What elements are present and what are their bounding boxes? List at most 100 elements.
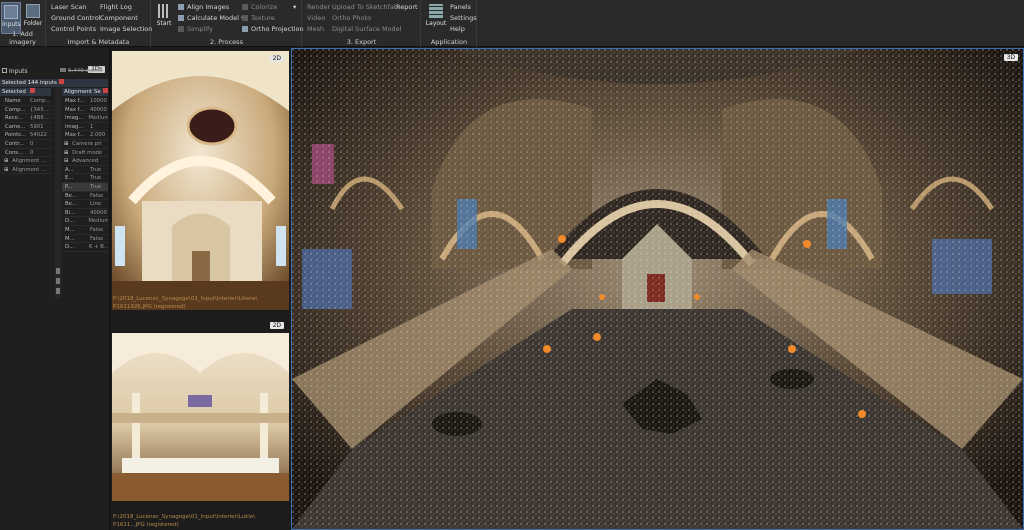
- table-row[interactable]: Comp... {3A5...: [2, 106, 53, 115]
- start-icon: [158, 4, 170, 18]
- mesh-button[interactable]: Mesh: [307, 25, 324, 34]
- table-row[interactable]: Max f... 10000: [62, 97, 108, 106]
- control-points-button[interactable]: Control Points: [51, 25, 96, 34]
- table-row[interactable]: D... Medium: [62, 217, 108, 226]
- app-window: Inputs Folder 1. Add imagery Laser Scan …: [0, 0, 1024, 530]
- image-selection-button[interactable]: Image Selection: [100, 25, 152, 34]
- table-row[interactable]: D... K + B...: [62, 243, 108, 252]
- 3d-viewport[interactable]: 3D: [291, 48, 1024, 530]
- upload-sketchfab-button[interactable]: Upload To Sketchfab: [332, 3, 398, 12]
- layout-icon: [429, 4, 443, 18]
- group-process: Start Align Images Calculate Model ▾ Sim…: [152, 0, 304, 47]
- group-title-application: Application: [430, 38, 468, 46]
- component-button[interactable]: Component: [100, 14, 138, 23]
- start-button[interactable]: Start: [155, 2, 173, 34]
- table-row[interactable]: A... True: [62, 166, 108, 175]
- image-status-caption: P1611926.JPG (registered): [113, 304, 186, 310]
- images-icon: [60, 68, 66, 72]
- table-row[interactable]: Name Comp...: [2, 97, 53, 106]
- ribbon: Inputs Folder 1. Add imagery Laser Scan …: [0, 0, 1024, 47]
- folder-icon: [26, 4, 40, 18]
- section-draft-mode[interactable]: ⊞ Draft mode: [62, 149, 108, 158]
- table-row[interactable]: Points... 54022: [2, 131, 53, 140]
- inputs-count[interactable]: 6,449 inputs: [60, 68, 103, 74]
- group-import-metadata: Laser Scan Ground Control Control Points…: [47, 0, 152, 47]
- synagogue-hall-photo: [112, 333, 289, 501]
- panels-button[interactable]: Panels: [450, 3, 471, 12]
- report-button[interactable]: Report: [396, 3, 418, 12]
- component-properties: Name Comp... Comp... {3A5... Reco... {4B6..…: [2, 97, 53, 175]
- selected-panel-header[interactable]: Selected: [0, 88, 51, 96]
- alignment-properties: Max f... 10000 Max f... 40000 Imag... Mediu…: [62, 97, 108, 252]
- synagogue-dome-photo: [112, 51, 289, 310]
- table-row[interactable]: Cons... 0: [2, 149, 53, 158]
- status-red-icon: [58, 79, 64, 84]
- table-row[interactable]: Came... 5901: [2, 123, 53, 132]
- simplify-button[interactable]: Simplify: [178, 25, 213, 34]
- digital-surface-model-button[interactable]: Digital Surface Model: [332, 25, 402, 34]
- table-row[interactable]: Imag... Medium: [62, 114, 108, 123]
- image-status-caption: P1611...JPG (registered): [113, 522, 179, 528]
- selected-inputs-header[interactable]: Selected 144 inputs: [0, 79, 108, 87]
- ortho-projection-button[interactable]: Ortho Projection: [242, 25, 304, 34]
- table-row[interactable]: Max f... 2.000: [62, 131, 108, 140]
- ground-control-button[interactable]: Ground Control: [51, 14, 100, 23]
- alignment-settings-header[interactable]: Alignment Se: [62, 88, 108, 96]
- image-viewer-bottom[interactable]: 2D: [112, 322, 289, 501]
- group-title-export: 3. Export: [346, 38, 377, 46]
- ortho-icon: [242, 26, 248, 32]
- image-viewer-column: 2D F:\2018_Lucenec_Synagoge\01_Input\Int…: [111, 48, 290, 530]
- render-button[interactable]: Render: [307, 3, 330, 12]
- group-application: Layout Panels Settings Help Application: [422, 0, 477, 47]
- section-advanced[interactable]: ⊟ Advanced: [62, 157, 108, 166]
- group-title-import-metadata: Import & Metadata: [67, 38, 130, 46]
- texture-icon: [242, 15, 248, 21]
- table-row[interactable]: Imag... 1: [62, 123, 108, 132]
- collapsed-section[interactable]: ⊞ Alignment ...: [2, 157, 53, 166]
- calculate-model-button[interactable]: Calculate Model ▾: [178, 14, 244, 23]
- table-row[interactable]: P... True: [62, 182, 108, 192]
- model-icon: [178, 15, 184, 21]
- scroll-arrow-icon[interactable]: [56, 278, 60, 284]
- status-red-icon: [102, 88, 108, 93]
- colorize-button[interactable]: Colorize: [242, 3, 277, 12]
- left-panel: 1Ds Inputs 6,449 inputs Selected 144 inp…: [0, 48, 110, 530]
- scroll-arrow-icon[interactable]: [56, 268, 60, 274]
- group-add-imagery: Inputs Folder 1. Add imagery: [0, 0, 46, 47]
- ortho-photo-button[interactable]: Ortho Photo: [332, 14, 371, 23]
- video-button[interactable]: Video: [307, 14, 325, 23]
- table-row[interactable]: Be... False: [62, 192, 108, 201]
- scroll-arrow-icon[interactable]: [56, 288, 60, 294]
- section-camera-priors[interactable]: ⊞ Camera pri: [62, 140, 108, 149]
- view-tag-2d: 2D: [269, 322, 284, 329]
- group-title-process: 2. Process: [210, 38, 243, 46]
- align-images-button[interactable]: Align Images: [178, 3, 229, 12]
- group-title-add-imagery: 1. Add imagery: [9, 30, 36, 46]
- flight-log-button[interactable]: Flight Log: [100, 3, 132, 12]
- settings-button[interactable]: Settings: [450, 14, 477, 23]
- image-viewer-top[interactable]: 2D: [112, 51, 289, 310]
- table-row[interactable]: Contr... 0: [2, 140, 53, 149]
- table-row[interactable]: E... True: [62, 174, 108, 183]
- texture-button[interactable]: Texture: [242, 14, 275, 23]
- status-red-icon: [29, 88, 35, 93]
- view-tag-2d: 2D: [269, 55, 284, 62]
- laser-scan-button[interactable]: Laser Scan: [51, 3, 87, 12]
- inputs-icon: [4, 5, 18, 19]
- image-path-caption: F:\2018_Lucenec_Synagoge\01_Input\Interi…: [113, 514, 256, 520]
- table-row[interactable]: Be... Line: [62, 200, 108, 209]
- table-row[interactable]: Max f... 40000: [62, 106, 108, 115]
- inputs-tab[interactable]: Inputs: [2, 68, 28, 75]
- table-row[interactable]: Reco... {4B6...: [2, 114, 53, 123]
- table-row[interactable]: Bi... 40000: [62, 209, 108, 218]
- image-path-caption: F:\2018_Lucenec_Synagoge\01_Input\Interi…: [113, 296, 258, 302]
- panel-scrollbar[interactable]: [55, 88, 61, 298]
- process-options-chevron-icon[interactable]: ▾: [293, 3, 296, 12]
- layout-button[interactable]: Layout: [425, 2, 447, 34]
- collapsed-section[interactable]: ⊞ Alignment ...: [2, 166, 53, 175]
- align-icon: [178, 4, 184, 10]
- table-row[interactable]: M... False: [62, 235, 108, 244]
- table-row[interactable]: M... False: [62, 226, 108, 235]
- group-export: Render Video Mesh Upload To Sketchfab Or…: [303, 0, 421, 47]
- help-button[interactable]: Help: [450, 25, 465, 34]
